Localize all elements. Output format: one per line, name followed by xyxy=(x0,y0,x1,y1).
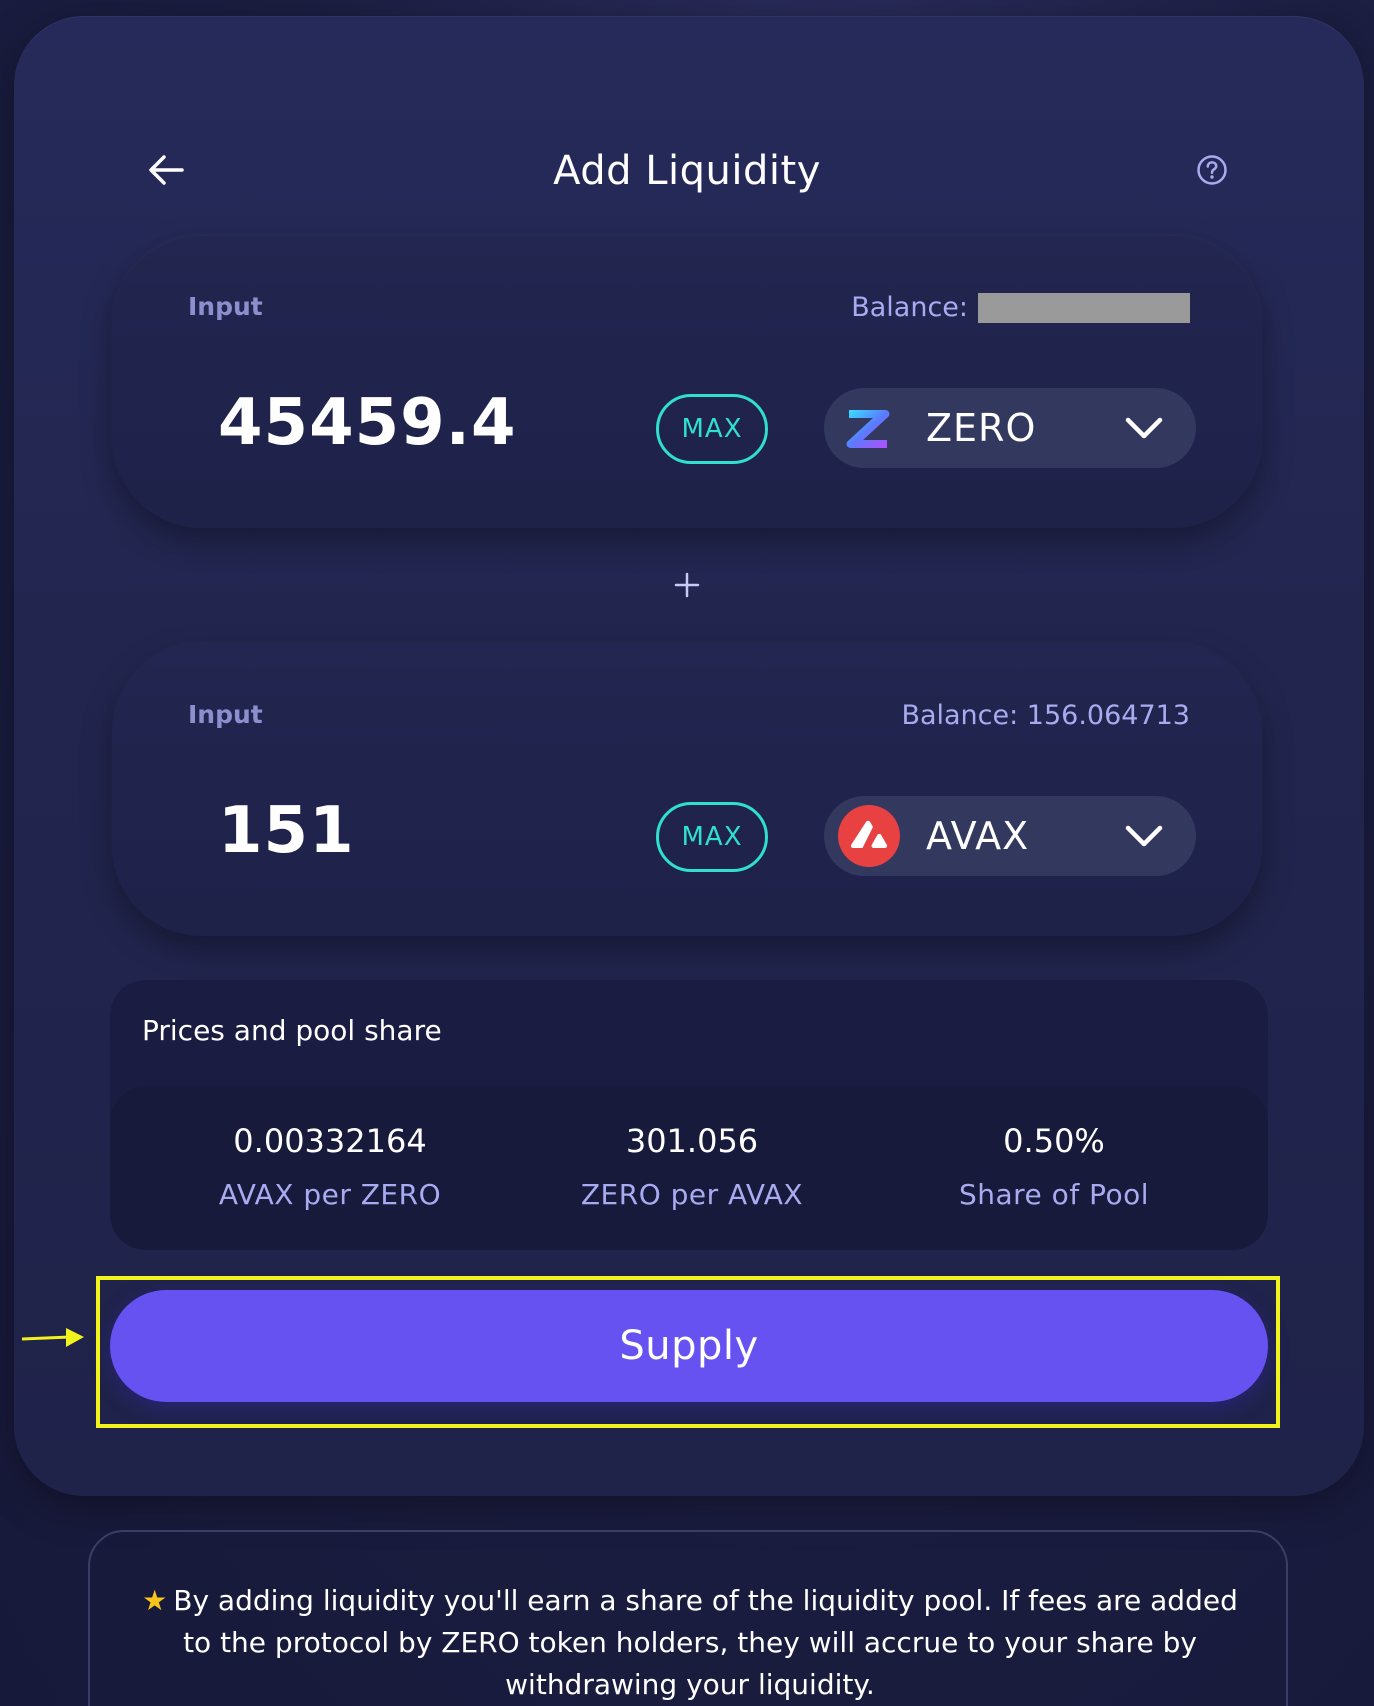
amount-input[interactable]: 151 xyxy=(218,794,355,868)
balance-label: Balance: xyxy=(851,292,968,323)
prices-and-pool-share: Prices and pool share 0.00332164 AVAX pe… xyxy=(110,980,1268,1250)
max-button[interactable]: MAX xyxy=(656,394,768,464)
stat-label: AVAX per ZERO xyxy=(218,1178,442,1211)
input-label: Input xyxy=(188,700,263,729)
info-box: ★ By adding liquidity you'll earn a share… xyxy=(88,1530,1288,1706)
stat-value: 301.056 xyxy=(625,1122,759,1160)
stat-zero-per-avax: 301.056 ZERO per AVAX xyxy=(512,1122,872,1211)
input-panel-avax: Input Balance: 156.064713 151 MAX AVAX xyxy=(112,644,1262,936)
chevron-down-icon xyxy=(1125,825,1163,847)
stat-value: 0.50% xyxy=(1003,1122,1105,1160)
chevron-down-icon xyxy=(1125,417,1163,439)
balance-text: Balance: 156.064713 xyxy=(901,700,1190,731)
token-select-zero[interactable]: ZERO xyxy=(824,388,1196,468)
stat-share-of-pool: 0.50% Share of Pool xyxy=(874,1122,1234,1211)
token-select-avax[interactable]: AVAX xyxy=(824,796,1196,876)
input-label: Input xyxy=(188,292,263,321)
arrow-right-icon xyxy=(22,1328,84,1347)
highlight-annotation xyxy=(96,1276,1280,1428)
prices-title: Prices and pool share xyxy=(142,1014,442,1047)
amount-input[interactable]: 45459.4 xyxy=(218,386,517,460)
zero-token-icon xyxy=(838,397,900,459)
stat-label: Share of Pool xyxy=(958,1178,1150,1211)
question-circle-icon[interactable] xyxy=(1196,154,1228,186)
input-panel-zero: Input Balance: 45459.4 MAX ZERO xyxy=(112,236,1262,528)
stat-avax-per-zero: 0.00332164 AVAX per ZERO xyxy=(150,1122,510,1211)
stat-value: 0.00332164 xyxy=(233,1122,427,1160)
balance-redacted xyxy=(978,292,1190,323)
token-name: AVAX xyxy=(926,814,1030,858)
avax-token-icon xyxy=(838,805,900,867)
star-icon: ★ xyxy=(142,1584,168,1617)
plus-icon xyxy=(674,572,700,598)
info-text: ★ By adding liquidity you'll earn a share… xyxy=(130,1580,1250,1706)
info-message: By adding liquidity you'll earn a share … xyxy=(173,1584,1238,1701)
max-button[interactable]: MAX xyxy=(656,802,768,872)
balance-text: Balance: xyxy=(851,292,1190,323)
stat-label: ZERO per AVAX xyxy=(580,1178,804,1211)
page-title: Add Liquidity xyxy=(553,148,821,194)
prices-stats: 0.00332164 AVAX per ZERO 301.056 ZERO pe… xyxy=(110,1086,1268,1250)
token-name: ZERO xyxy=(926,406,1037,450)
